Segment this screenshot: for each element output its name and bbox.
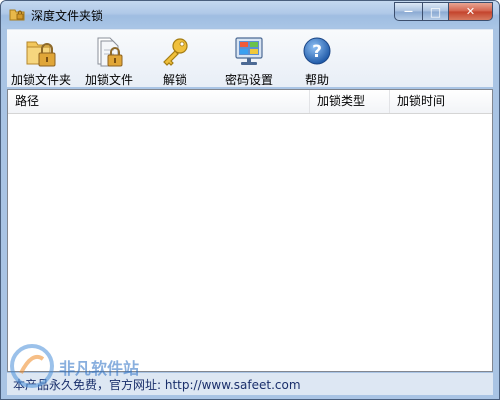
status-bar: 本产品永久免费，官方网址: http://www.safeet.com [7,373,493,395]
window-title: 深度文件夹锁 [31,9,104,23]
column-lock-type-label: 加锁类型 [317,94,366,108]
title-bar[interactable]: 深度文件夹锁 — □ ✕ [1,1,499,28]
column-lock-type[interactable]: 加锁类型 [310,90,390,113]
lock-folder-label: 加锁文件夹 [10,73,71,87]
list-header: 路径 加锁类型 加锁时间 [8,90,492,114]
file-lock-icon [97,37,123,67]
folder-lock-icon [26,41,56,67]
caption-buttons: — □ ✕ [394,2,493,21]
locked-items-list[interactable]: 路径 加锁类型 加锁时间 [7,89,493,372]
help-icon: ? [303,37,331,65]
minimize-button[interactable]: — [394,2,422,21]
password-settings-label: 密码设置 [224,73,273,87]
column-path[interactable]: 路径 [8,90,310,113]
close-icon: ✕ [465,5,476,18]
key-icon [163,38,188,66]
maximize-icon: □ [429,4,442,19]
column-path-label: 路径 [15,94,40,108]
column-lock-time-label: 加锁时间 [397,94,446,108]
minimize-icon: — [404,6,413,17]
unlock-button[interactable]: 解锁 [155,30,195,88]
maximize-button[interactable]: □ [422,2,448,21]
toolbar: 加锁文件夹 加锁文件 解锁 密码设置 ? 帮助 [7,29,493,87]
close-button[interactable]: ✕ [448,2,493,21]
app-folder-lock-icon [9,9,25,21]
lock-folder-button[interactable]: 加锁文件夹 [9,30,73,88]
column-lock-time[interactable]: 加锁时间 [390,90,492,113]
lock-file-label: 加锁文件 [84,73,133,87]
password-settings-icon [235,37,263,65]
status-text: 本产品永久免费，官方网址: http://www.safeet.com [13,378,301,392]
unlock-label: 解锁 [162,73,187,87]
app-window: 深度文件夹锁 — □ ✕ 加锁文件夹 加锁文件 解锁 密码设置 ? 帮助 路径 … [0,0,500,400]
password-settings-button[interactable]: 密码设置 [221,30,277,88]
lock-file-button[interactable]: 加锁文件 [81,30,137,88]
help-button[interactable]: ? 帮助 [297,30,337,88]
help-label: 帮助 [304,73,329,87]
svg-text:?: ? [312,42,322,62]
